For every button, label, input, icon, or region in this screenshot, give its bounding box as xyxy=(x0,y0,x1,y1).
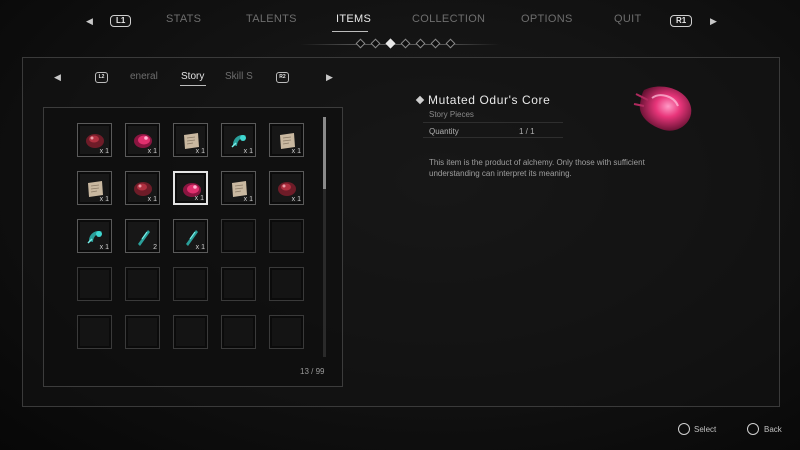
empty-slot[interactable] xyxy=(125,267,160,301)
empty-slot[interactable] xyxy=(269,267,304,301)
l1-button[interactable]: L1 xyxy=(110,15,132,27)
subtab-story[interactable]: Story xyxy=(181,71,204,82)
page-dot xyxy=(415,38,426,49)
quantity-label: Quantity xyxy=(429,127,459,136)
empty-slot[interactable] xyxy=(269,219,304,253)
item-quantity: x 1 xyxy=(99,148,109,155)
page-dot xyxy=(400,38,411,49)
mutated-core-icon xyxy=(630,78,700,145)
subtab-skill[interactable]: Skill S xyxy=(225,71,253,82)
l2-button[interactable]: L2 xyxy=(95,72,108,83)
item-quantity: x 1 xyxy=(194,195,204,202)
item-category: Story Pieces xyxy=(429,110,474,119)
item-slot[interactable]: x 1 xyxy=(173,123,208,157)
select-label: Select xyxy=(694,425,717,434)
item-slot[interactable]: x 1 xyxy=(125,123,160,157)
item-slot[interactable]: x 1 xyxy=(221,171,256,205)
page-dot xyxy=(355,38,366,49)
page-dot xyxy=(445,38,456,49)
item-quantity: x 1 xyxy=(147,148,157,155)
item-slot[interactable]: x 1 xyxy=(221,123,256,157)
r1-button[interactable]: R1 xyxy=(670,15,693,27)
empty-slot[interactable] xyxy=(125,315,160,349)
page-dot xyxy=(370,38,381,49)
tab-items[interactable]: ITEMS xyxy=(336,13,371,25)
item-quantity: x 1 xyxy=(243,196,253,203)
top-nav: ◀ L1 STATS TALENTS ITEMS COLLECTION OPTI… xyxy=(0,0,800,49)
item-slot[interactable]: x 1 xyxy=(77,123,112,157)
nav-left-arrow-icon[interactable]: ◀ xyxy=(86,16,93,27)
empty-slot[interactable] xyxy=(269,315,304,349)
item-slot[interactable]: x 1 xyxy=(173,171,208,205)
back-label: Back xyxy=(764,425,782,434)
empty-slot[interactable] xyxy=(173,315,208,349)
empty-slot[interactable] xyxy=(221,267,256,301)
item-slot[interactable]: 2 xyxy=(125,219,160,253)
item-slot[interactable]: x 1 xyxy=(77,171,112,205)
page-dot xyxy=(430,38,441,49)
item-count: 13 / 99 xyxy=(300,367,325,376)
item-quantity: x 1 xyxy=(291,196,301,203)
item-quantity: x 1 xyxy=(147,196,157,203)
quantity-value: 1 / 1 xyxy=(519,127,535,136)
item-quantity: x 1 xyxy=(291,148,301,155)
tab-talents[interactable]: TALENTS xyxy=(246,13,297,25)
item-slot[interactable]: x 1 xyxy=(269,171,304,205)
item-quantity: x 1 xyxy=(243,148,253,155)
item-slot[interactable]: x 1 xyxy=(125,171,160,205)
item-quantity: 2 xyxy=(153,244,157,251)
scrollbar-thumb[interactable] xyxy=(323,117,326,189)
empty-slot[interactable] xyxy=(77,267,112,301)
item-slot[interactable]: x 1 xyxy=(77,219,112,253)
item-quantity: x 1 xyxy=(99,196,109,203)
active-tab-underline xyxy=(332,31,368,32)
page-indicator-line xyxy=(300,44,500,45)
empty-slot[interactable] xyxy=(221,219,256,253)
item-quantity: x 1 xyxy=(99,244,109,251)
empty-slot[interactable] xyxy=(173,267,208,301)
subtab-left-arrow-icon[interactable]: ◀ xyxy=(54,72,61,83)
tab-quit[interactable]: QUIT xyxy=(614,13,641,25)
item-slot[interactable]: x 1 xyxy=(173,219,208,253)
item-quantity: x 1 xyxy=(195,244,205,251)
empty-slot[interactable] xyxy=(221,315,256,349)
tab-options[interactable]: OPTIONS xyxy=(521,13,573,25)
cross-button-icon[interactable] xyxy=(678,423,690,435)
item-description: This item is the product of alchemy. Onl… xyxy=(429,158,645,178)
r2-button[interactable]: R2 xyxy=(276,72,289,83)
subtab-underline xyxy=(180,85,206,86)
tab-stats[interactable]: STATS xyxy=(166,13,201,25)
tab-collection[interactable]: COLLECTION xyxy=(412,13,485,25)
subtab-general[interactable]: eneral xyxy=(130,71,158,82)
circle-button-icon[interactable] xyxy=(747,423,759,435)
item-title: Mutated Odur's Core xyxy=(428,93,551,107)
empty-slot[interactable] xyxy=(77,315,112,349)
nav-right-arrow-icon[interactable]: ▶ xyxy=(710,16,717,27)
page-dot xyxy=(385,38,396,49)
item-quantity: x 1 xyxy=(195,148,205,155)
subtab-right-arrow-icon[interactable]: ▶ xyxy=(326,72,333,83)
item-slot[interactable]: x 1 xyxy=(269,123,304,157)
